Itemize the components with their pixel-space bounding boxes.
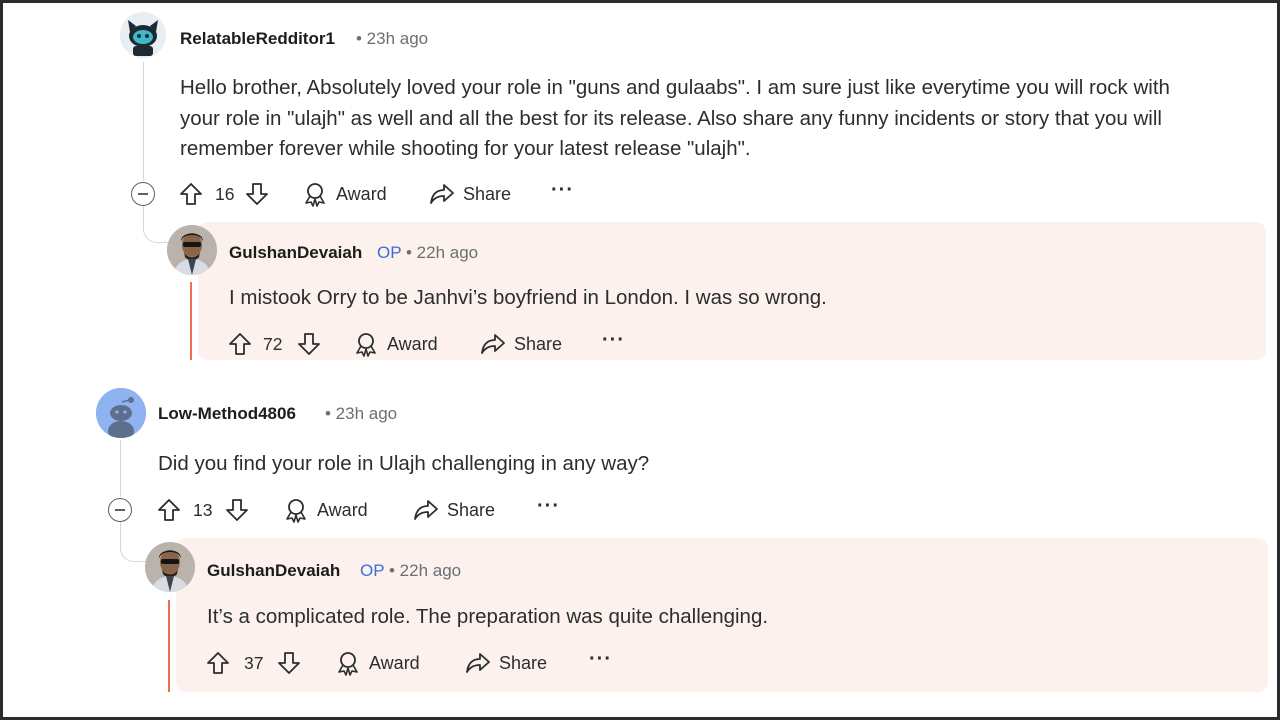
avatar[interactable]	[145, 542, 195, 592]
reply-meta: OP • 22h ago	[377, 243, 478, 263]
upvote-button[interactable]	[156, 493, 182, 527]
upvote-button[interactable]	[227, 327, 253, 361]
comment-body: Did you find your role in Ulajh challeng…	[158, 452, 650, 475]
downvote-icon	[278, 652, 300, 674]
award-icon	[338, 652, 358, 676]
comment-timestamp[interactable]: • 23h ago	[356, 29, 428, 49]
downvote-icon	[246, 183, 268, 205]
award-icon	[305, 183, 325, 207]
thread-line	[120, 440, 121, 497]
comment-actions: 16 Award Share ···	[0, 177, 700, 211]
share-button[interactable]: Share	[480, 327, 562, 361]
award-icon	[286, 499, 306, 523]
more-icon[interactable]: ···	[602, 329, 625, 352]
comment-author[interactable]: Low-Method4806	[158, 404, 296, 424]
more-icon[interactable]: ···	[589, 648, 612, 671]
share-icon	[466, 653, 490, 673]
comment-body: Hello brother, Absolutely loved your rol…	[180, 73, 1170, 165]
downvote-button[interactable]	[244, 177, 270, 211]
reply-timestamp[interactable]: • 22h ago	[406, 243, 478, 262]
award-button[interactable]: Award	[335, 646, 420, 680]
downvote-button[interactable]	[296, 327, 322, 361]
reply-actions: 37 Award Share ···	[0, 646, 700, 680]
reply-actions: 72 Award Share ···	[0, 327, 700, 361]
share-label: Share	[447, 499, 496, 520]
vote-count: 13	[193, 500, 213, 520]
more-icon[interactable]: ···	[551, 179, 574, 202]
upvote-icon	[207, 652, 229, 674]
share-label: Share	[463, 183, 512, 204]
award-label: Award	[336, 183, 387, 204]
upvote-icon	[229, 333, 251, 355]
upvote-button[interactable]	[205, 646, 231, 680]
op-badge: OP	[360, 561, 385, 580]
downvote-button[interactable]	[276, 646, 302, 680]
award-button[interactable]: Award	[283, 493, 368, 527]
more-icon[interactable]: ···	[537, 495, 560, 518]
award-label: Award	[317, 499, 368, 520]
award-label: Award	[369, 652, 420, 673]
op-badge: OP	[377, 243, 402, 262]
reply-author[interactable]: GulshanDevaiah	[229, 243, 362, 263]
award-label: Award	[387, 333, 438, 354]
downvote-icon	[298, 333, 320, 355]
avatar[interactable]	[120, 12, 166, 58]
snoo-avatar-icon	[96, 388, 146, 438]
reply-timestamp[interactable]: • 22h ago	[389, 561, 461, 580]
vote-count: 16	[215, 184, 235, 204]
downvote-button[interactable]	[224, 493, 250, 527]
comment-actions: 13 Award Share ···	[0, 493, 700, 527]
upvote-icon	[158, 499, 180, 521]
comment-author[interactable]: RelatableRedditor1	[180, 29, 335, 49]
user-photo-icon	[167, 225, 217, 275]
share-icon	[481, 334, 505, 354]
avatar[interactable]	[96, 388, 146, 438]
vote-count: 37	[244, 653, 264, 673]
award-button[interactable]: Award	[353, 327, 438, 361]
share-button[interactable]: Share	[465, 646, 547, 680]
comment-body-line: Hello brother, Absolutely loved your rol…	[180, 76, 1170, 99]
share-button[interactable]: Share	[429, 177, 511, 211]
share-label: Share	[499, 652, 548, 673]
upvote-button[interactable]	[178, 177, 204, 211]
downvote-icon	[226, 499, 248, 521]
award-button[interactable]: Award	[302, 177, 387, 211]
user-photo-icon	[145, 542, 195, 592]
reply-body: It’s a complicated role. The preparation…	[207, 605, 769, 628]
thread-elbow	[143, 206, 169, 243]
snoo-avatar-icon	[120, 12, 166, 58]
comment-body-line: your role in "ulajh" as well and all the…	[180, 106, 1162, 130]
vote-count: 72	[263, 334, 283, 354]
share-button[interactable]: Share	[413, 493, 495, 527]
share-icon	[414, 500, 438, 520]
upvote-icon	[180, 183, 202, 205]
comment-timestamp[interactable]: • 23h ago	[325, 404, 397, 424]
share-label: Share	[514, 333, 563, 354]
award-icon	[356, 333, 376, 357]
reply-meta: OP • 22h ago	[360, 561, 461, 581]
comment-body-line: remember forever while shooting for your…	[180, 137, 751, 160]
thread-line	[143, 62, 144, 180]
reply-body: I mistook Orry to be Janhvi’s boyfriend …	[229, 286, 827, 309]
share-icon	[430, 184, 454, 204]
avatar[interactable]	[167, 225, 217, 275]
reply-author[interactable]: GulshanDevaiah	[207, 561, 340, 581]
thread-elbow	[120, 522, 146, 562]
